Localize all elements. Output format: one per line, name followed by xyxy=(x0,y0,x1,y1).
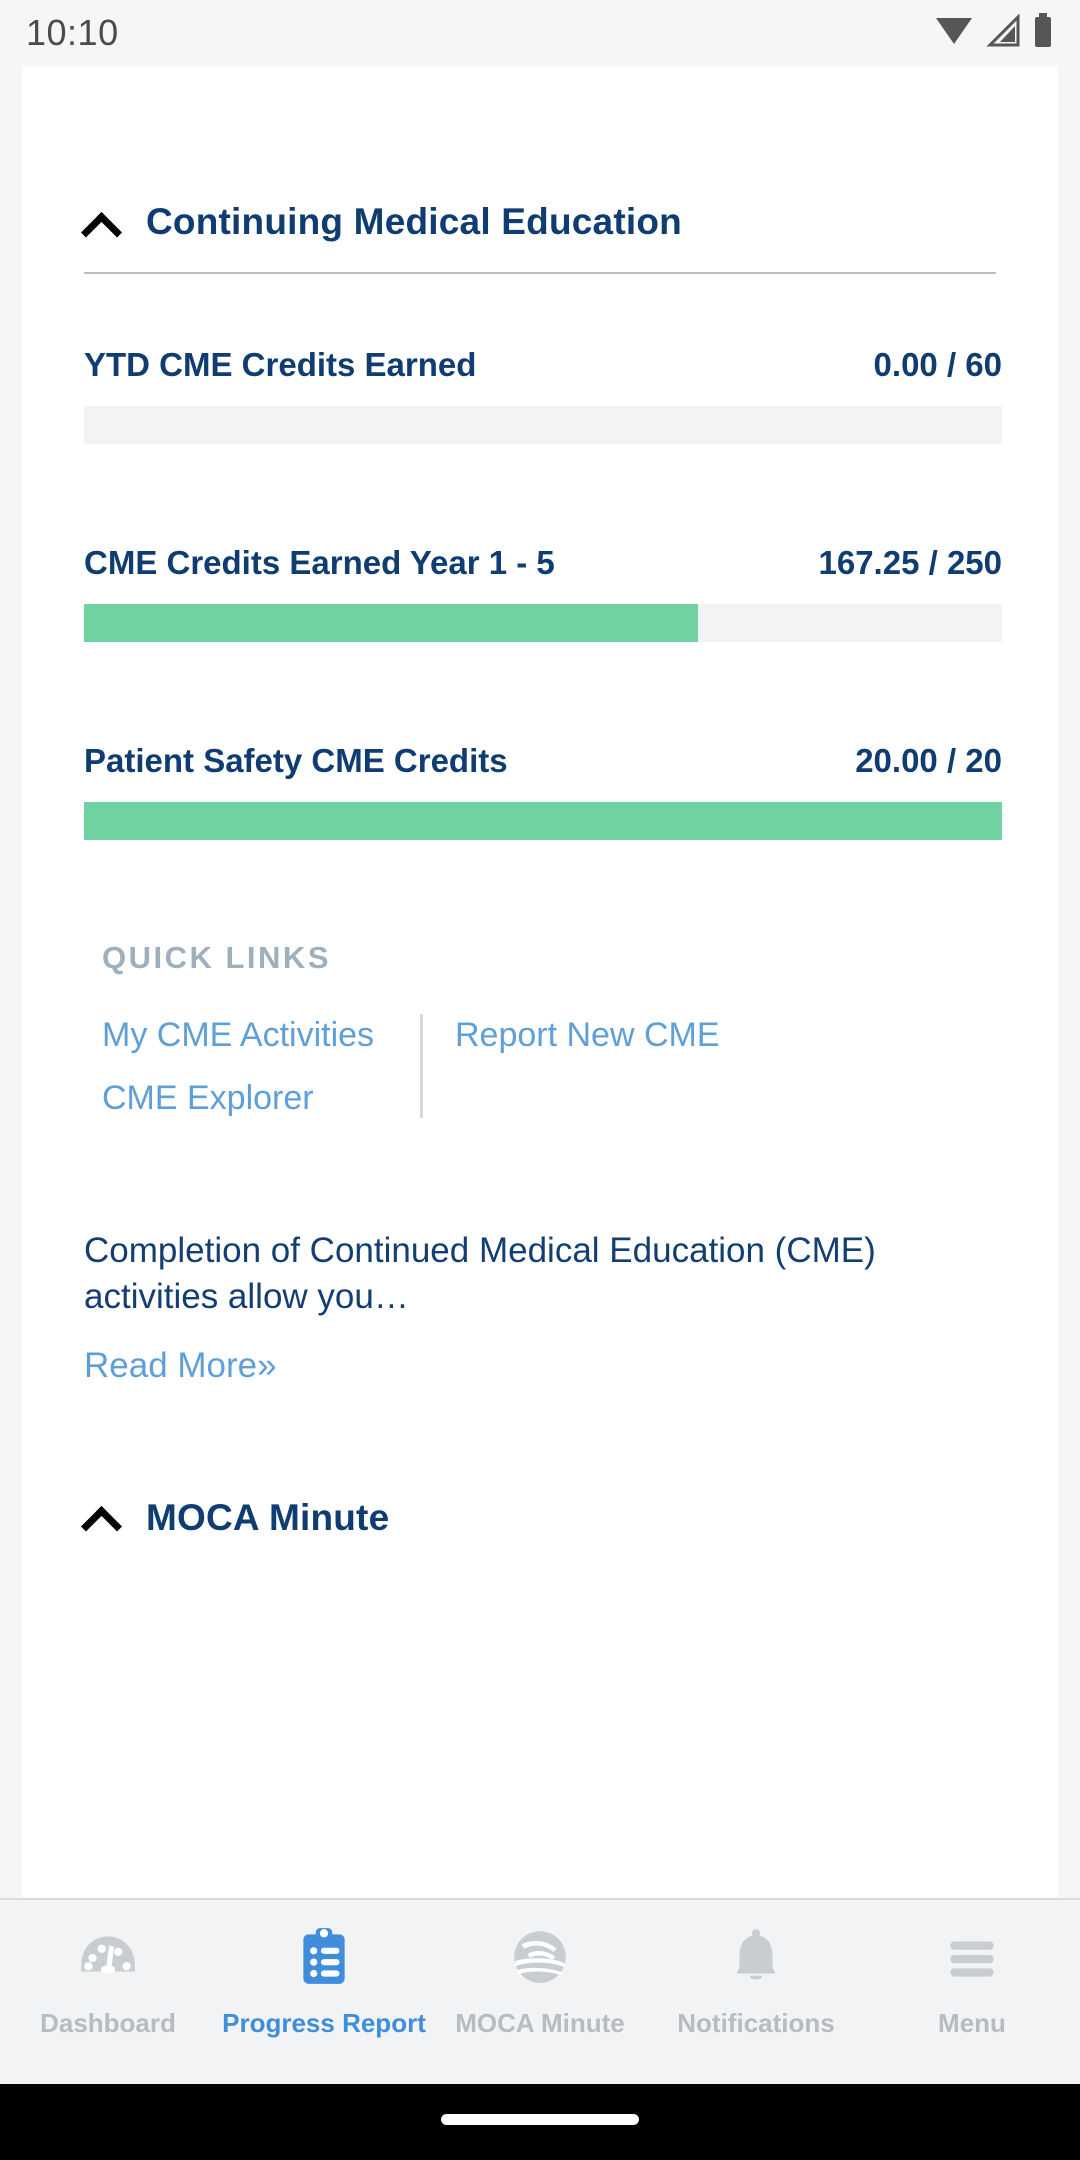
progress-value: 20.00 / 20 xyxy=(855,742,1002,779)
nav-item-dashboard[interactable]: Dashboard xyxy=(0,1922,216,2084)
quick-links-block: QUICK LINKS My CME Activities CME Explor… xyxy=(22,940,1058,1124)
progress-label: CME Credits Earned Year 1 - 5 xyxy=(84,544,555,581)
scroll-container[interactable]: Continuing Medical Education YTD CME Cre… xyxy=(0,66,1080,1898)
wifi-icon xyxy=(934,14,974,53)
nav-label: Notifications xyxy=(677,2008,835,2038)
quick-link-report-new-cme[interactable]: Report New CME xyxy=(455,1010,720,1061)
progress-item-patient-safety: Patient Safety CME Credits 20.00 / 20 xyxy=(84,742,1002,840)
section-title-moca: MOCA Minute xyxy=(146,1496,390,1538)
nav-item-progress-report[interactable]: Progress Report xyxy=(216,1922,432,2084)
cellular-icon xyxy=(984,12,1022,53)
clipboard-list-icon xyxy=(289,1922,359,1992)
header-divider xyxy=(84,272,996,274)
progress-label: Patient Safety CME Credits xyxy=(84,742,508,779)
quick-link-my-cme-activities[interactable]: My CME Activities xyxy=(102,1010,420,1061)
section-header-cme[interactable]: Continuing Medical Education xyxy=(22,66,1058,240)
cme-description-text: Completion of Continued Medical Educatio… xyxy=(84,1231,876,1317)
progress-track xyxy=(84,604,1002,642)
nav-item-moca-minute[interactable]: MOCA Minute xyxy=(432,1922,648,2084)
home-indicator-bar xyxy=(0,2084,1080,2160)
nav-item-menu[interactable]: Menu xyxy=(864,1922,1080,2084)
cme-progress-list: YTD CME Credits Earned 0.00 / 60 CME Cre… xyxy=(22,346,1058,840)
progress-fill xyxy=(84,604,699,642)
chevron-up-icon[interactable] xyxy=(84,1500,118,1534)
swirl-logo-icon xyxy=(505,1922,575,1992)
status-bar: 10:10 xyxy=(0,0,1080,66)
progress-value: 167.25 / 250 xyxy=(818,544,1003,581)
progress-fill xyxy=(84,802,1002,840)
progress-label: YTD CME Credits Earned xyxy=(84,346,477,383)
bell-icon xyxy=(721,1922,791,1992)
quick-link-cme-explorer[interactable]: CME Explorer xyxy=(102,1073,420,1124)
chevron-up-icon[interactable] xyxy=(84,206,118,240)
progress-track xyxy=(84,802,1002,840)
nav-label: Menu xyxy=(938,2008,1006,2038)
progress-head: Patient Safety CME Credits 20.00 / 20 xyxy=(84,742,1002,780)
progress-head: YTD CME Credits Earned 0.00 / 60 xyxy=(84,346,1002,384)
status-icon-group xyxy=(934,12,1054,54)
nav-label: Dashboard xyxy=(40,2008,176,2038)
read-more-link[interactable]: Read More» xyxy=(84,1346,277,1386)
nav-label: MOCA Minute xyxy=(455,2008,625,2038)
bottom-navigation: Dashboard Progress Report MOCA Minute No… xyxy=(0,1898,1080,2084)
quick-links-column-right: Report New CME xyxy=(423,1010,720,1124)
status-time: 10:10 xyxy=(26,12,119,53)
section-header-moca[interactable]: MOCA Minute xyxy=(22,1458,1058,1576)
progress-item-year-1-5: CME Credits Earned Year 1 - 5 167.25 / 2… xyxy=(84,544,1002,642)
hamburger-icon xyxy=(937,1922,1007,1992)
quick-links-column-left: My CME Activities CME Explorer xyxy=(102,1010,420,1124)
cme-description-block: Completion of Continued Medical Educatio… xyxy=(22,1228,1058,1386)
section-title-cme: Continuing Medical Education xyxy=(146,201,682,242)
nav-label: Progress Report xyxy=(222,2008,426,2038)
battery-icon xyxy=(1032,12,1054,54)
progress-item-ytd: YTD CME Credits Earned 0.00 / 60 xyxy=(84,346,1002,444)
quick-links-heading: QUICK LINKS xyxy=(102,940,331,975)
progress-head: CME Credits Earned Year 1 - 5 167.25 / 2… xyxy=(84,544,1002,582)
quick-links-columns: My CME Activities CME Explorer Report Ne… xyxy=(102,1010,996,1124)
progress-value: 0.00 / 60 xyxy=(873,346,1002,383)
progress-track xyxy=(84,406,1002,444)
nav-item-notifications[interactable]: Notifications xyxy=(648,1922,864,2084)
home-indicator-pill[interactable] xyxy=(441,2114,639,2125)
gauge-icon xyxy=(73,1922,143,1992)
progress-report-card: Continuing Medical Education YTD CME Cre… xyxy=(22,66,1058,1898)
